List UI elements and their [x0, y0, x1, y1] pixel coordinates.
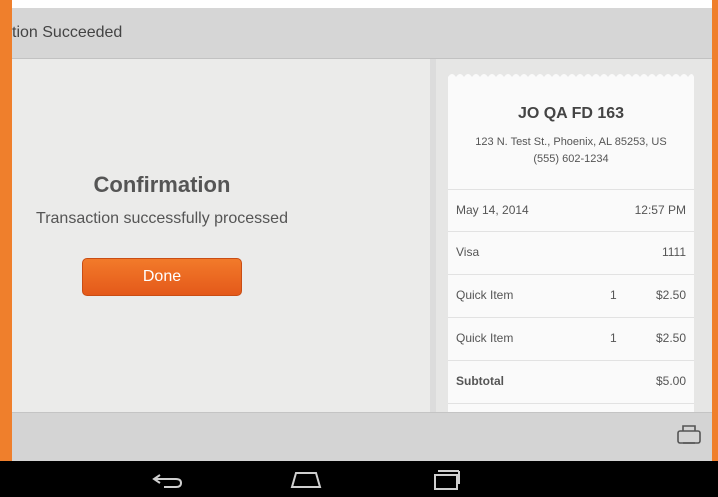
receipt-card-last4: 1111	[661, 245, 686, 259]
home-icon[interactable]	[286, 467, 326, 491]
receipt-item-name: Quick Item	[456, 331, 514, 345]
receipt-merchant-name: JO QA FD 163	[517, 105, 625, 122]
confirmation-message: Transaction successfully processed	[36, 210, 288, 227]
receipt-date-row: May 14, 2014 12:57 PM	[448, 189, 694, 231]
receipt-date: May 14, 2014	[456, 203, 529, 217]
receipt: JO QA FD 163 123 N. Test St., Phoenix, A…	[448, 79, 694, 412]
receipt-item-qty: 1	[610, 331, 617, 345]
receipt-card-type: Visa	[456, 245, 480, 259]
receipt-subtotal-label: Subtotal	[456, 374, 504, 388]
receipt-next-row	[448, 403, 694, 412]
title-bar: tion Succeeded	[12, 8, 712, 59]
left-accent-border	[0, 0, 12, 461]
receipt-subtotal-value: $5.00	[655, 374, 686, 388]
receipt-subtotal-row: Subtotal $5.00	[448, 360, 694, 402]
receipt-phone: (555) 602-1234	[533, 153, 609, 165]
back-icon[interactable]	[148, 467, 188, 491]
receipt-item-price: $2.50	[655, 331, 686, 345]
done-button[interactable]: Done	[82, 258, 242, 296]
confirmation-panel: Confirmation Transaction successfully pr…	[12, 59, 430, 412]
right-accent-border	[712, 0, 718, 461]
receipt-time: 12:57 PM	[634, 203, 686, 217]
receipt-address: 123 N. Test St., Phoenix, AL 85253, US	[475, 136, 667, 148]
receipt-item-name: Quick Item	[456, 288, 514, 302]
receipt-item-row: Quick Item 1 $2.50	[448, 317, 694, 359]
system-navigation-bar	[0, 461, 718, 497]
receipt-card-row: Visa 1111	[448, 231, 694, 273]
receipt-panel: JO QA FD 163 123 N. Test St., Phoenix, A…	[436, 59, 712, 412]
receipt-item-price: $2.50	[655, 288, 686, 302]
receipt-item-qty: 1	[610, 288, 617, 302]
receipt-item-row: Quick Item 1 $2.50	[448, 274, 694, 316]
confirmation-heading: Confirmation	[93, 172, 231, 197]
recent-apps-icon[interactable]	[426, 467, 466, 491]
printer-icon[interactable]	[676, 423, 702, 447]
bottom-action-bar	[12, 412, 712, 461]
page-title: tion Succeeded	[12, 24, 123, 41]
